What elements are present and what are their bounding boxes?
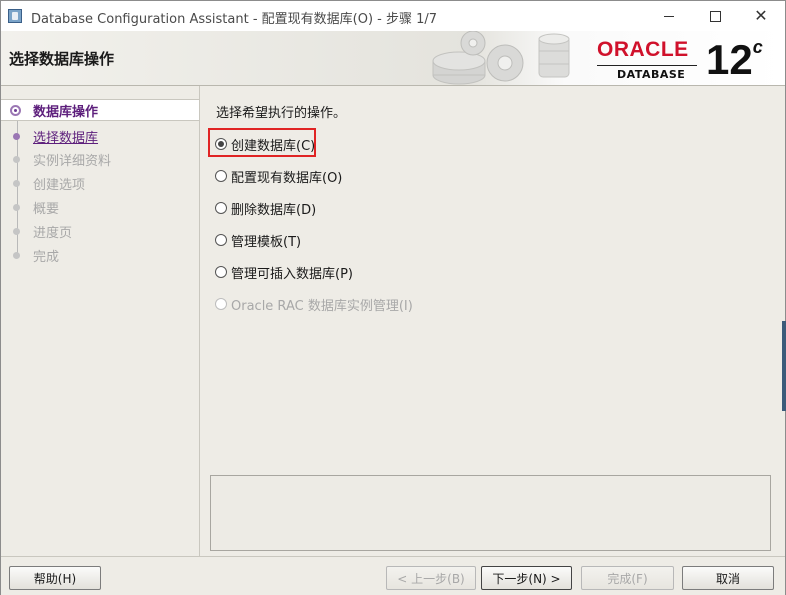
gears-graphic-icon xyxy=(432,31,570,85)
nav-step-select-database[interactable]: 选择数据库 xyxy=(1,125,199,147)
version-number: 12 xyxy=(706,36,753,83)
option-label: 创建数据库(C) xyxy=(231,138,316,154)
nav-step-summary: 概要 xyxy=(1,196,199,218)
nav-step-progress: 进度页 xyxy=(1,220,199,242)
step-navigation: 数据库操作 选择数据库 实例详细资料 创建选项 概要 进度页 完成 xyxy=(1,86,200,556)
background-window-edge xyxy=(782,321,786,411)
dbca-window: Database Configuration Assistant - 配置现有数… xyxy=(0,0,786,595)
title-bar: Database Configuration Assistant - 配置现有数… xyxy=(1,1,785,31)
radio-icon[interactable] xyxy=(215,202,227,214)
option-manage-pluggable-database[interactable]: 管理可插入数据库(P) xyxy=(215,262,353,282)
step-dot-icon xyxy=(13,132,20,140)
option-manage-templates[interactable]: 管理模板(T) xyxy=(215,230,301,250)
step-dot-icon xyxy=(13,179,20,187)
nav-step-label: 概要 xyxy=(33,201,60,217)
close-icon: ✕ xyxy=(754,6,768,25)
nav-step-instance-details: 实例详细资料 xyxy=(1,148,199,170)
nav-step-label: 实例详细资料 xyxy=(33,153,112,169)
nav-step-label: 创建选项 xyxy=(33,177,86,193)
option-create-database[interactable]: 创建数据库(C) xyxy=(215,134,315,154)
minimize-button[interactable] xyxy=(646,1,692,31)
maximize-button[interactable] xyxy=(692,1,738,31)
option-rac-instance-management: Oracle RAC 数据库实例管理(I) xyxy=(215,294,413,314)
help-button[interactable]: 帮助(H) xyxy=(9,566,101,590)
oracle-product-text: DATABASE xyxy=(617,68,686,81)
radio-disabled-icon xyxy=(215,298,227,310)
header-banner: 选择数据库操作 ORACLE DATABASE 12c xyxy=(1,31,785,86)
close-button[interactable]: ✕ xyxy=(738,1,784,31)
description-panel xyxy=(210,475,771,551)
window-title: Database Configuration Assistant - 配置现有数… xyxy=(31,12,438,27)
option-label: 管理可插入数据库(P) xyxy=(231,266,353,282)
current-step-icon xyxy=(10,104,21,116)
option-delete-database[interactable]: 删除数据库(D) xyxy=(215,198,316,218)
option-configure-database[interactable]: 配置现有数据库(O) xyxy=(215,166,342,186)
nav-step-finish: 完成 xyxy=(1,244,199,266)
button-bar: 帮助(H) < 上一步(B) 下一步(N) > 完成(F) 取消 xyxy=(1,556,785,595)
operation-prompt: 选择希望执行的操作。 xyxy=(216,106,347,121)
radio-icon[interactable] xyxy=(215,170,227,182)
finish-button[interactable]: 完成(F) xyxy=(581,566,674,590)
nav-step-label: 选择数据库 xyxy=(33,130,99,146)
nav-step-creation-options: 创建选项 xyxy=(1,172,199,194)
oracle-version: 12c xyxy=(706,36,763,84)
step-dot-icon xyxy=(13,203,20,211)
version-suffix: c xyxy=(752,37,763,57)
radio-icon[interactable] xyxy=(215,234,227,246)
nav-step-label: 进度页 xyxy=(33,225,73,241)
oracle-logo: ORACLE DATABASE xyxy=(597,38,701,81)
option-label: 删除数据库(D) xyxy=(231,202,317,218)
option-label: 配置现有数据库(O) xyxy=(231,170,343,186)
logo-divider xyxy=(597,65,697,66)
app-icon xyxy=(8,9,22,23)
radio-icon[interactable] xyxy=(215,266,227,278)
page-title: 选择数据库操作 xyxy=(9,50,115,68)
back-button[interactable]: < 上一步(B) xyxy=(386,566,476,590)
maximize-icon xyxy=(709,10,721,22)
step-dot-icon xyxy=(13,227,20,235)
nav-step-label: 完成 xyxy=(33,249,60,265)
option-label: 管理模板(T) xyxy=(231,234,302,250)
step-dot-icon xyxy=(13,155,20,163)
oracle-brand-text: ORACLE xyxy=(597,38,689,61)
radio-checked-icon[interactable] xyxy=(215,138,227,150)
nav-step-label: 数据库操作 xyxy=(33,104,99,120)
minimize-icon xyxy=(664,15,674,17)
cancel-button[interactable]: 取消 xyxy=(682,566,774,590)
next-button[interactable]: 下一步(N) > xyxy=(481,566,572,590)
nav-step-database-operation[interactable]: 数据库操作 xyxy=(1,99,199,121)
step-dot-icon xyxy=(13,251,20,259)
option-label: Oracle RAC 数据库实例管理(I) xyxy=(231,298,413,314)
main-content: 选择希望执行的操作。 创建数据库(C) 配置现有数据库(O) 删除数据库(D) … xyxy=(200,86,785,556)
